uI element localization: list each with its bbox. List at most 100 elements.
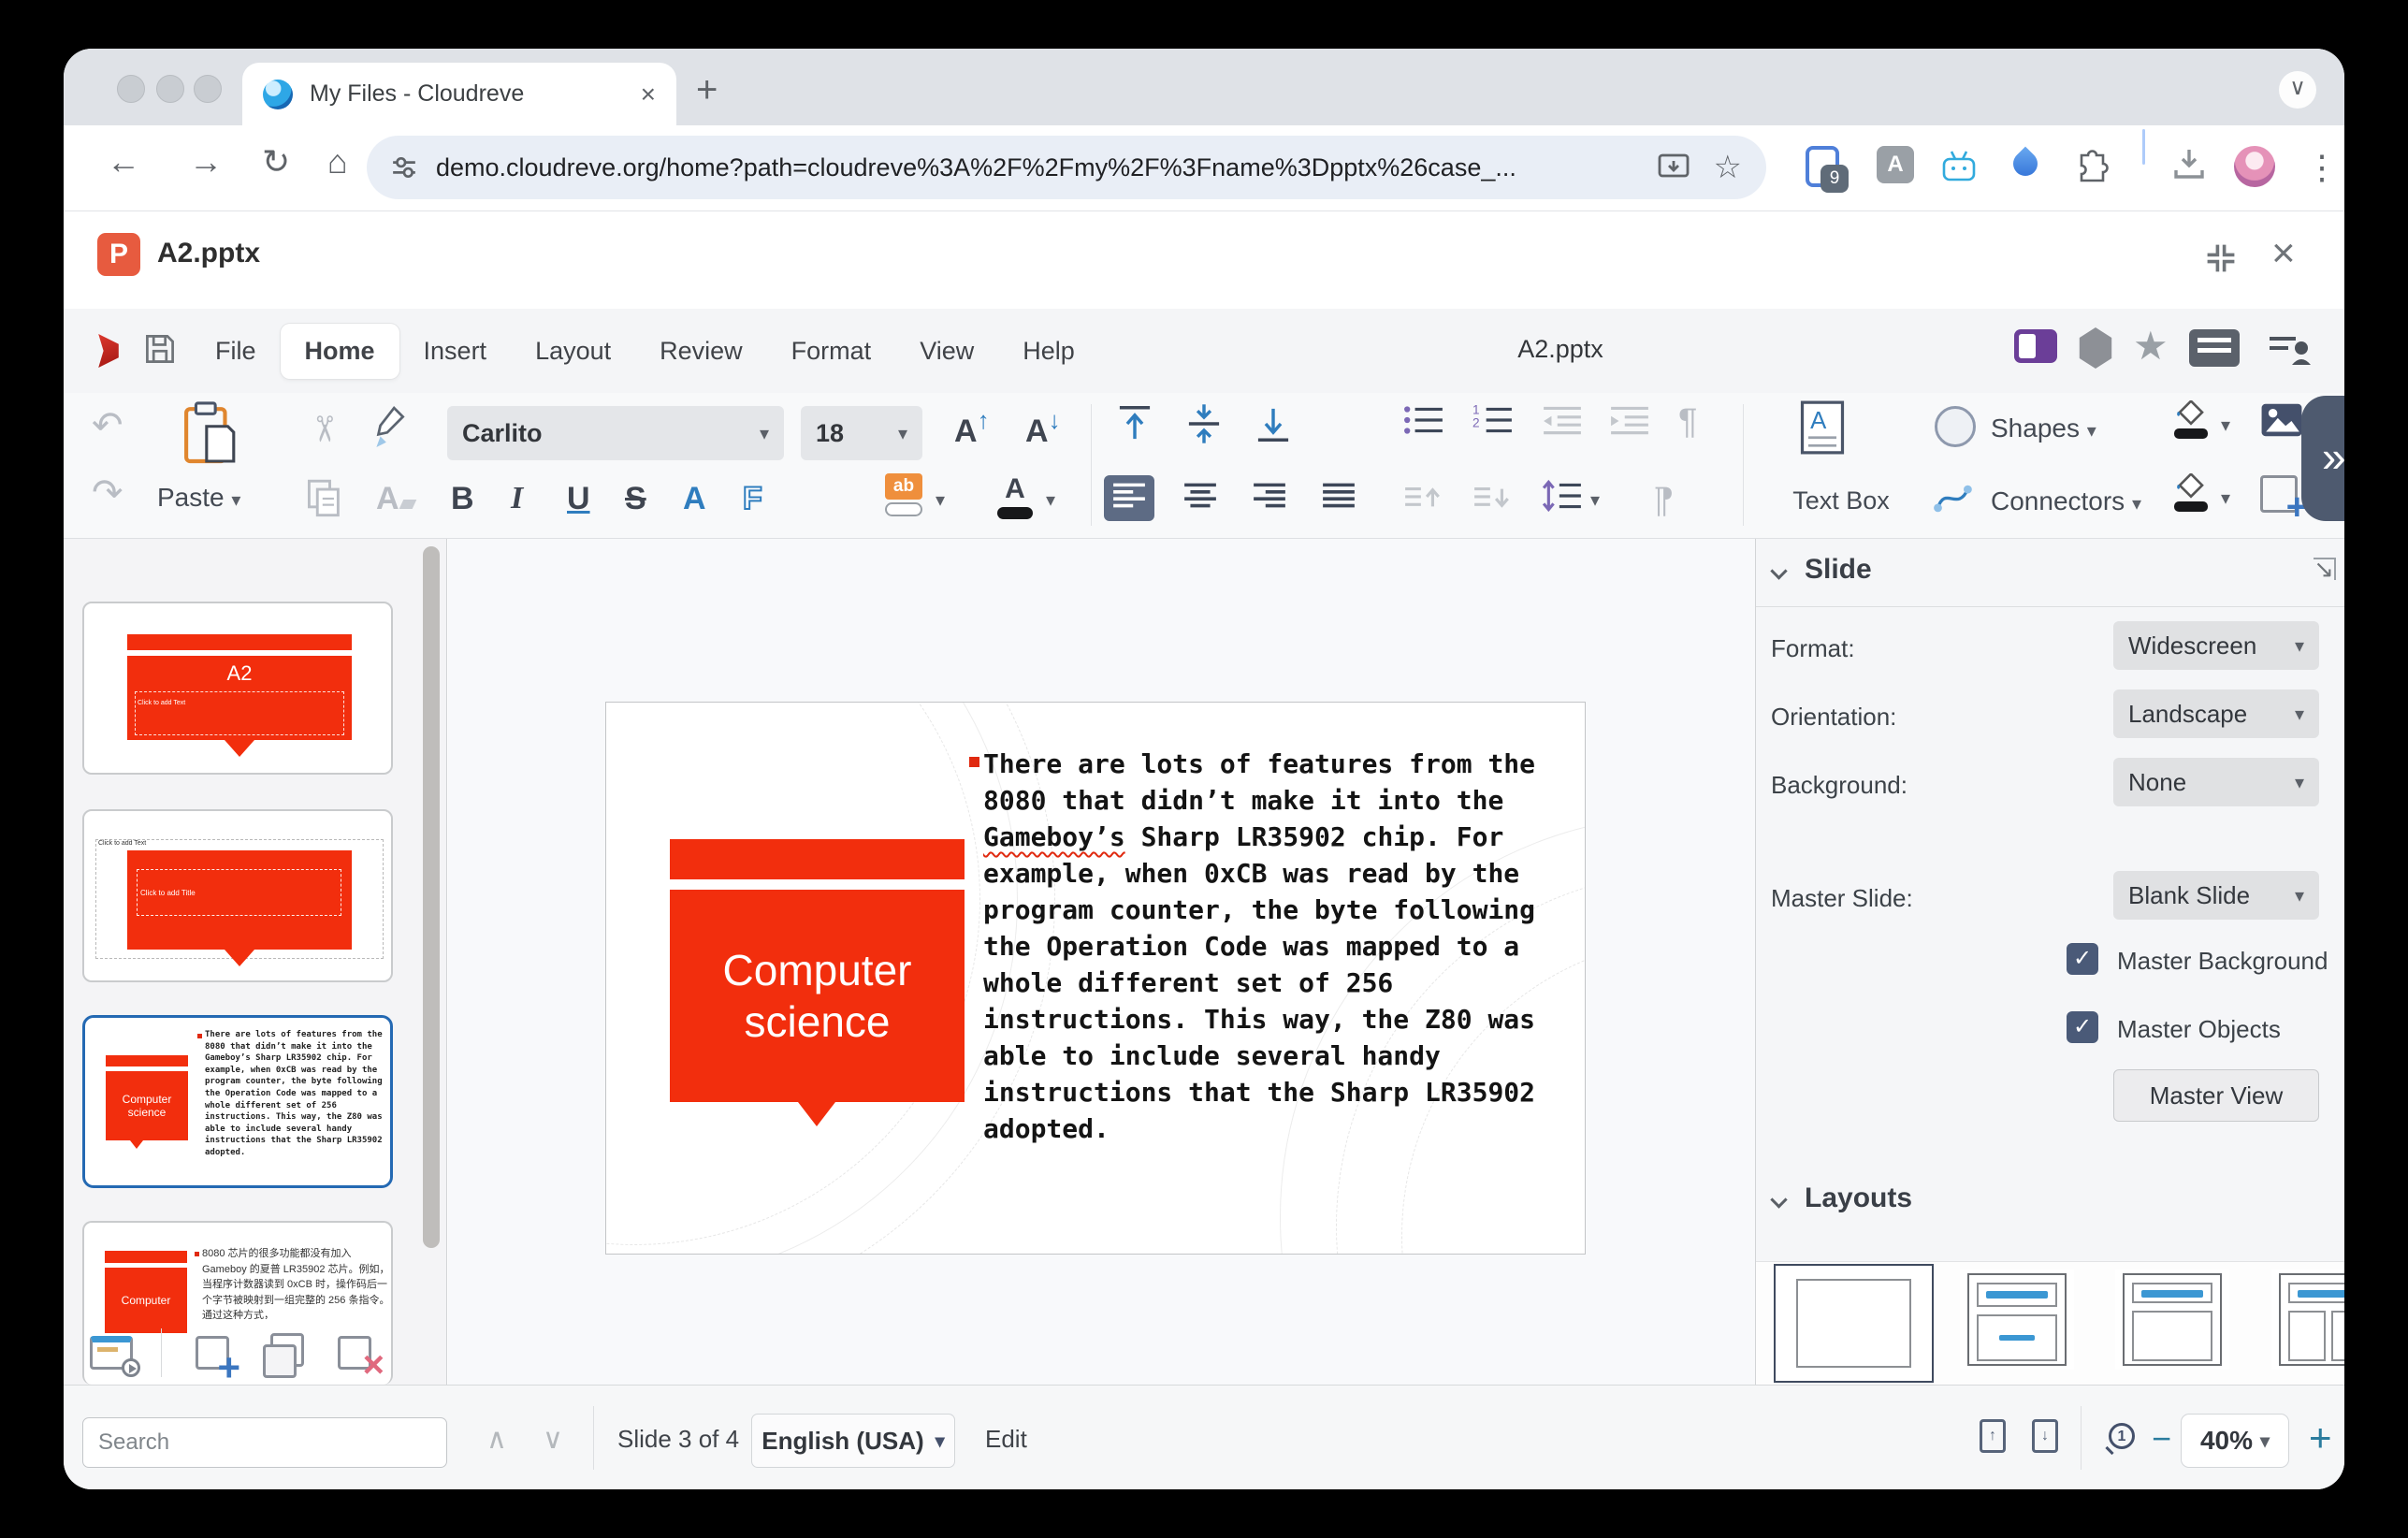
superscript-icon[interactable]: A [683, 481, 706, 517]
background-select[interactable]: None ▾ [2113, 758, 2319, 806]
align-left-icon[interactable] [1104, 475, 1154, 521]
strikeout-icon[interactable]: S [625, 481, 646, 517]
layout-blank-selected[interactable] [1774, 1264, 1934, 1383]
master-slide-select[interactable]: Blank Slide ▾ [2113, 871, 2319, 920]
protect-icon[interactable] [2077, 327, 2114, 369]
decrease-indent-icon[interactable] [1542, 404, 1583, 441]
forward-icon[interactable]: → [189, 142, 223, 181]
delete-slide-button[interactable]: × [338, 1336, 371, 1370]
browser-tab[interactable]: My Files - Cloudreve × [242, 63, 676, 125]
save-icon[interactable] [144, 333, 176, 370]
thumbnail-slide-1[interactable]: A2 Click to add Text [82, 602, 393, 775]
cut-icon[interactable]: ✂ [302, 414, 344, 444]
fit-to-slide-icon[interactable]: ↑ [1980, 1419, 2006, 1453]
collapse-layouts-icon[interactable] [1773, 1194, 1785, 1211]
search-next-icon[interactable]: ∨ [543, 1423, 563, 1456]
align-right-icon[interactable] [1252, 481, 1287, 515]
new-tab-button[interactable]: + [696, 69, 718, 111]
layout-title-content[interactable] [2115, 1270, 2229, 1370]
install-app-icon[interactable] [1658, 153, 1690, 181]
drop-extension-icon[interactable] [2009, 147, 2043, 181]
exit-fullscreen-icon[interactable] [2204, 241, 2238, 280]
paste-button[interactable]: Paste ▾ [157, 483, 240, 513]
increase-indent-icon[interactable] [1609, 404, 1650, 441]
caret-icon[interactable]: ▾ [2221, 486, 2230, 510]
traffic-light-zoom-button[interactable] [194, 75, 222, 103]
menu-format[interactable]: Format [767, 324, 896, 379]
slide-title-top-bar[interactable] [670, 839, 965, 879]
caret-icon[interactable]: ▾ [1590, 488, 1600, 512]
add-placeholder-icon[interactable]: + [2260, 475, 2298, 513]
browser-menu-dots-icon[interactable]: ⋮ [2305, 148, 2339, 187]
menu-file[interactable]: File [191, 324, 281, 379]
font-size-select[interactable]: 18 ▾ [801, 406, 922, 460]
format-select[interactable]: Widescreen ▾ [2113, 621, 2319, 670]
move-down-icon[interactable] [1472, 483, 1514, 517]
align-justify-icon[interactable] [1321, 481, 1356, 515]
increase-font-icon[interactable]: A↑ [954, 406, 990, 450]
text-direction-icon[interactable]: ¶ [1678, 402, 1697, 443]
downloads-icon[interactable] [2170, 146, 2208, 188]
traffic-light-close-button[interactable] [117, 75, 145, 103]
search-previous-icon[interactable]: ∧ [486, 1423, 507, 1456]
reload-icon[interactable]: ↻ [262, 142, 290, 181]
shape-fill-icon[interactable] [2170, 400, 2212, 446]
clear-style-icon[interactable]: A [376, 481, 414, 517]
thumbnail-scrollbar[interactable] [423, 546, 440, 1248]
caret-icon[interactable]: ▾ [936, 488, 945, 512]
vertical-align-middle-icon[interactable] [1182, 402, 1226, 450]
highlight-color-button[interactable]: ab [885, 473, 922, 516]
text-fill-icon[interactable] [2170, 473, 2212, 519]
extension-badge[interactable]: 9 [1806, 146, 1839, 187]
fit-to-width-icon[interactable]: ↓ [2032, 1419, 2058, 1453]
italic-icon[interactable]: I [511, 481, 523, 516]
align-center-icon[interactable] [1182, 481, 1218, 515]
profile-avatar[interactable] [2234, 146, 2275, 187]
thumbnail-slide-3-selected[interactable]: Computer science There are lots of featu… [82, 1015, 393, 1188]
start-slideshow-button[interactable] [90, 1336, 133, 1370]
layout-title-slide[interactable] [1960, 1270, 2074, 1370]
open-advanced-settings-icon[interactable]: ↘ [2314, 558, 2336, 580]
paragraph-settings-icon[interactable]: ¶ [1654, 481, 1673, 521]
caret-icon[interactable]: ▾ [2221, 414, 2230, 437]
shapes-icon[interactable] [1935, 406, 1976, 447]
undo-icon[interactable]: ↶ [92, 404, 123, 447]
menu-review[interactable]: Review [635, 324, 767, 379]
bilibili-extension-icon[interactable] [1940, 150, 1978, 188]
favorites-star-icon[interactable]: ★ [2133, 326, 2169, 367]
caret-icon[interactable]: ▾ [1046, 488, 1055, 512]
back-icon[interactable]: ← [107, 142, 140, 181]
decrease-font-icon[interactable]: A↓ [1025, 406, 1061, 450]
font-color-button[interactable]: A [997, 473, 1033, 519]
image-icon[interactable] [2260, 402, 2303, 443]
layout-two-content[interactable] [2271, 1270, 2344, 1370]
extensions-puzzle-icon[interactable] [2071, 148, 2109, 190]
master-background-checkbox[interactable]: ✓ [2067, 943, 2098, 975]
site-settings-icon[interactable] [391, 154, 417, 181]
tab-search-button[interactable]: ∨ [2279, 71, 2316, 109]
master-objects-checkbox[interactable]: ✓ [2067, 1011, 2098, 1043]
orientation-select[interactable]: Landscape ▾ [2113, 689, 2319, 738]
redo-icon[interactable]: ↷ [92, 472, 123, 515]
font-name-select[interactable]: Carlito ▾ [447, 406, 784, 460]
url-bar[interactable]: demo.cloudreve.org/home?path=cloudreve%3… [367, 136, 1766, 199]
bookmark-star-icon[interactable]: ☆ [1714, 149, 1742, 186]
vertical-align-top-icon[interactable] [1113, 402, 1156, 450]
slide-body-textbox[interactable]: There are lots of features from the 8080… [983, 746, 1573, 1147]
master-view-button[interactable]: Master View [2113, 1069, 2319, 1122]
numbering-icon[interactable]: 12 [1472, 404, 1514, 441]
tab-close-icon[interactable]: × [641, 80, 656, 109]
slide-title-box[interactable]: Computer science [670, 890, 965, 1102]
menu-layout[interactable]: Layout [511, 324, 635, 379]
connectors-button[interactable]: Connectors ▾ [1991, 486, 2141, 516]
toolbar-more-button[interactable]: » [2301, 396, 2344, 521]
collapse-section-icon[interactable] [1773, 565, 1785, 582]
add-slide-button[interactable]: + [196, 1336, 229, 1370]
move-up-icon[interactable] [1403, 483, 1444, 517]
shapes-button[interactable]: Shapes ▾ [1991, 414, 2096, 443]
search-input[interactable] [82, 1417, 447, 1468]
duplicate-slide-button[interactable] [263, 1339, 304, 1367]
zoom-out-icon[interactable]: − [2152, 1419, 2171, 1458]
extension-a[interactable]: A [1877, 146, 1914, 183]
change-case-icon[interactable]: F [743, 481, 762, 517]
